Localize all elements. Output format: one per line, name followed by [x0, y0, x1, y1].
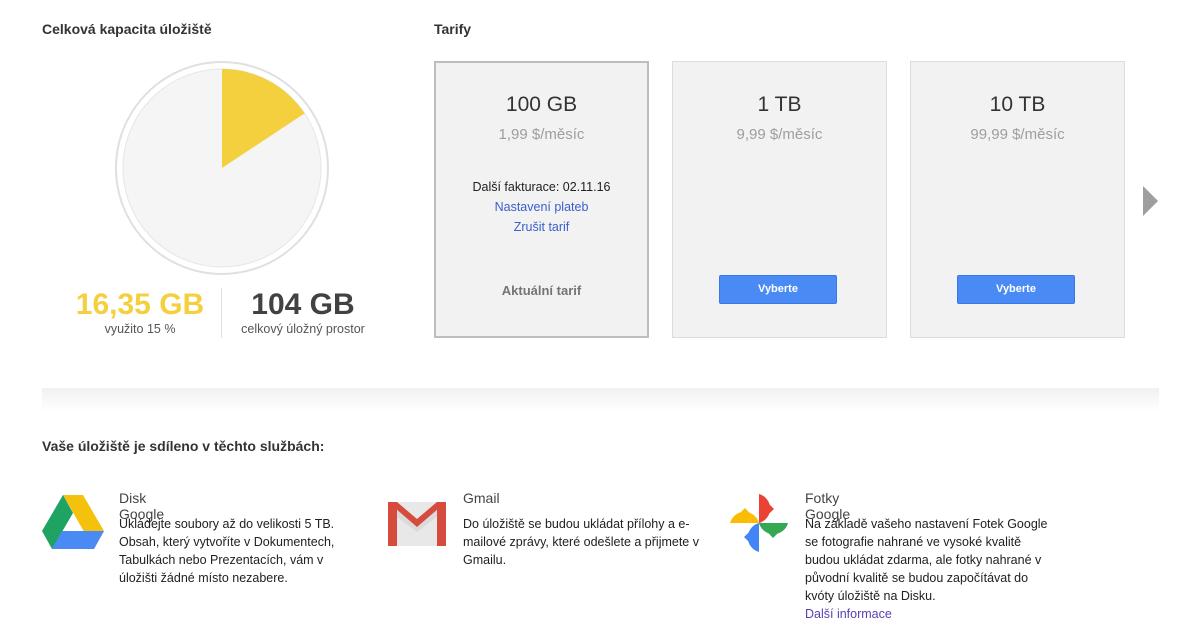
plan-card-1tb: 1 TB 9,99 $/měsíc Vyberte: [672, 61, 887, 338]
usage-divider: [221, 288, 222, 338]
plans-title: Tarify: [434, 21, 472, 37]
google-drive-icon: [42, 495, 104, 549]
google-photos-icon: [730, 494, 788, 552]
service-description: Na základě vašeho nastavení Fotek Google…: [805, 515, 1055, 623]
service-description: Do úložiště se budou ukládat přílohy a e…: [463, 517, 699, 567]
plan-size: 100 GB: [505, 93, 578, 116]
payment-settings-link[interactable]: Nastavení plateb: [436, 197, 647, 217]
plan-card-10tb: 10 TB 99,99 $/měsíc Vyberte: [910, 61, 1125, 338]
storage-pie-chart: [112, 58, 332, 278]
service-description: Ukládejte soubory až do velikosti 5 TB. …: [119, 517, 335, 585]
used-value: 16,35 GB: [75, 288, 205, 321]
current-plan-label: Aktuální tarif: [501, 283, 582, 298]
select-plan-button[interactable]: Vyberte: [957, 275, 1075, 304]
gmail-icon: [388, 502, 446, 546]
select-plan-button[interactable]: Vyberte: [719, 275, 837, 304]
total-value: 104 GB: [251, 288, 355, 321]
next-billing: Další fakturace: 02.11.16: [472, 180, 611, 194]
cancel-plan-link[interactable]: Zrušit tarif: [436, 217, 647, 237]
storage-title: Celková kapacita úložiště: [42, 21, 212, 37]
more-info-link[interactable]: Další informace: [805, 605, 1055, 623]
service-description-text: Na základě vašeho nastavení Fotek Google…: [805, 517, 1048, 603]
plan-price: 9,99 $/měsíc: [736, 126, 823, 143]
total-label: celkový úložný prostor: [241, 322, 365, 336]
used-storage: 16,35 GB využito 15 %: [62, 288, 218, 336]
service-name: Gmail: [463, 490, 500, 506]
section-divider: [42, 388, 1159, 412]
total-storage: 104 GB celkový úložný prostor: [228, 288, 378, 336]
plan-size: 1 TB: [757, 93, 802, 116]
plan-price: 1,99 $/měsíc: [498, 126, 585, 143]
storage-pie-svg: [115, 61, 329, 275]
plan-card-100gb: 100 GB 1,99 $/měsíc Další fakturace: 02.…: [434, 61, 649, 338]
used-label: využito 15 %: [104, 322, 176, 336]
plan-size: 10 TB: [989, 93, 1046, 116]
chevron-right-icon[interactable]: [1143, 186, 1158, 216]
shared-services-title: Vaše úložiště je sdíleno v těchto službá…: [42, 438, 325, 454]
plan-price: 99,99 $/měsíc: [970, 126, 1065, 143]
